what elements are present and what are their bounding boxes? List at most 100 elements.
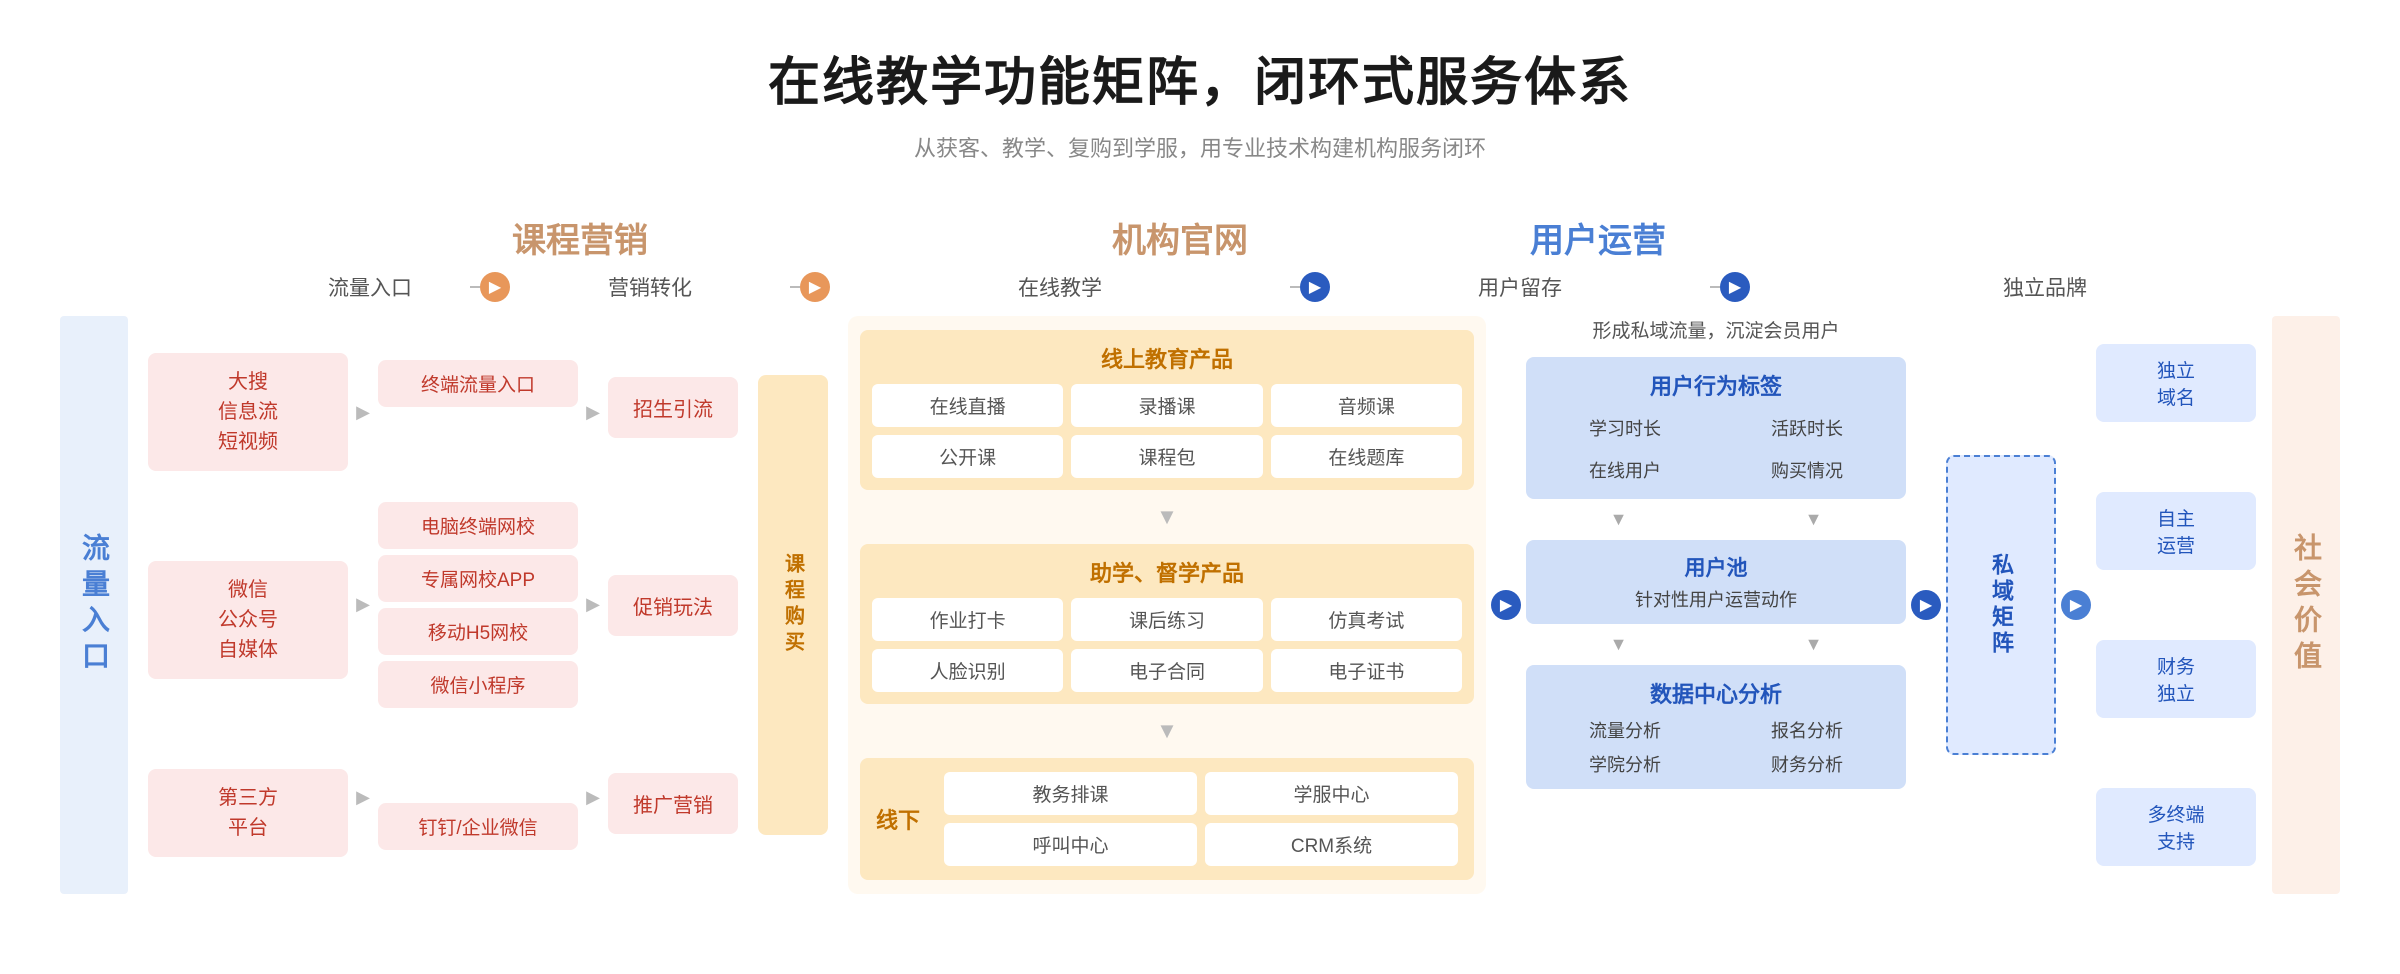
main-content: 流量入口 大搜 信息流 短视频 微信 公众号 自媒体 第三方 平台 ▶ ▶ ▶ … (60, 316, 2340, 894)
behavior-item-1: 学习时长 (1538, 411, 1712, 445)
online-grid-2: 作业打卡 课后练习 仿真考试 人脸识别 电子合同 电子证书 (872, 598, 1462, 692)
down-arrow-1: ▼ (860, 500, 1474, 534)
arrow-to-retention: ▶ (1486, 316, 1526, 894)
stage-brand: 独立品牌 (1750, 272, 2340, 302)
traffic-source-2: 微信 公众号 自媒体 (148, 561, 348, 679)
col-online-teaching: 线上教育产品 在线直播 录播课 音频课 公开课 课程包 在线题库 ▼ 助学、督学… (848, 316, 1486, 894)
user-pool-box: 用户池 针对性用户运营动作 (1526, 540, 1906, 624)
arrow-blue-5: ▶ (2061, 590, 2091, 620)
arrow-blue-2: ▶ (1720, 272, 1750, 302)
data-analysis-grid: 流量分析 报名分析 学院分析 财务分析 (1538, 717, 1894, 777)
online-item-9: 仿真考试 (1271, 598, 1462, 641)
brand-item-2: 自主 运营 (2096, 492, 2256, 570)
arrow-orange-1: ▶ (480, 272, 510, 302)
user-pool-title: 用户池 (1538, 552, 1894, 582)
col-conversion: 招生引流 促销玩法 推广营销 (608, 316, 738, 894)
user-behavior-box: 用户行为标签 学习时长 活跃时长 在线用户 购买情况 (1526, 357, 1906, 499)
traffic-source-3: 第三方 平台 (148, 769, 348, 857)
cat-header-user-ops: 用户运营 (1470, 213, 2340, 262)
arrow-to-private: ▶ (1906, 316, 1946, 894)
offline-label: 线下 (876, 803, 936, 835)
arrows-col-1: ▶ ▶ ▶ (348, 316, 378, 894)
private-domain-box: 私域矩阵 (1946, 455, 2056, 755)
col-private-domain: 私域矩阵 (1946, 316, 2056, 894)
terminal-item-3: 专属网校APP (378, 555, 578, 602)
connector4: ▶ (1710, 272, 1750, 302)
behavior-grid: 学习时长 活跃时长 在线用户 购买情况 (1538, 411, 1894, 487)
connector3: ▶ (1290, 272, 1330, 302)
stage-marketing: 营销转化 (510, 272, 790, 302)
online-item-6: 在线题库 (1271, 435, 1462, 478)
online-item-2: 录播课 (1071, 384, 1262, 427)
online-item-3: 音频课 (1271, 384, 1462, 427)
conversion-item-1: 招生引流 (608, 377, 738, 438)
offline-item-4: CRM系统 (1205, 823, 1458, 866)
col-user-retention: 形成私域流量，沉淀会员用户 用户行为标签 学习时长 活跃时长 在线用户 购买情况… (1526, 316, 1906, 894)
online-item-7: 作业打卡 (872, 598, 1063, 641)
arrows-col-2: ▶ ▶ ▶ (578, 316, 608, 894)
offline-item-2: 学服中心 (1205, 772, 1458, 815)
page-title: 在线教学功能矩阵，闭环式服务体系 (60, 40, 2340, 115)
brand-item-3: 财务 独立 (2096, 640, 2256, 718)
terminal-item-2: 电脑终端网校 (378, 502, 578, 549)
terminal-group-1: 终端流量入口 (378, 360, 578, 407)
arrow-orange-2: ▶ (800, 272, 830, 302)
terminal-item-1: 终端流量入口 (378, 360, 578, 407)
course-buy-box: 课程购买 (758, 375, 828, 835)
down-arrows-retention-2: ▼ ▼ (1526, 634, 1906, 655)
stage-online: 在线教学 (830, 272, 1290, 302)
col-brand: 独立 域名 自主 运营 财务 独立 多终端 支持 (2096, 316, 2256, 894)
online-section-2: 助学、督学产品 作业打卡 课后练习 仿真考试 人脸识别 电子合同 电子证书 (860, 544, 1474, 704)
arrow-blue-4: ▶ (1911, 590, 1941, 620)
left-label: 流量入口 (60, 316, 128, 894)
online-section-1: 线上教育产品 在线直播 录播课 音频课 公开课 课程包 在线题库 (860, 330, 1474, 490)
data-center-title: 数据中心分析 (1538, 677, 1894, 709)
user-behavior-title: 用户行为标签 (1538, 369, 1894, 401)
cat-header-official: 机构官网 (890, 213, 1470, 262)
down-arrow-2: ▼ (860, 714, 1474, 748)
data-center-box: 数据中心分析 流量分析 报名分析 学院分析 财务分析 (1526, 665, 1906, 789)
data-item-2: 报名分析 (1720, 717, 1894, 743)
behavior-item-2: 活跃时长 (1720, 411, 1894, 445)
offline-section: 线下 教务排课 学服中心 呼叫中心 CRM系统 (860, 758, 1474, 880)
offline-items: 教务排课 学服中心 呼叫中心 CRM系统 (944, 772, 1458, 866)
behavior-item-3: 在线用户 (1538, 453, 1712, 487)
connector1: ▶ (470, 272, 510, 302)
offline-item-1: 教务排课 (944, 772, 1197, 815)
online-section-2-title: 助学、督学产品 (872, 556, 1462, 588)
connector2: ▶ (790, 272, 830, 302)
online-item-5: 课程包 (1071, 435, 1262, 478)
brand-item-1: 独立 域名 (2096, 344, 2256, 422)
online-item-4: 公开课 (872, 435, 1063, 478)
col-traffic-sources: 大搜 信息流 短视频 微信 公众号 自媒体 第三方 平台 (148, 316, 348, 894)
online-grid-1: 在线直播 录播课 音频课 公开课 课程包 在线题库 (872, 384, 1462, 478)
offline-item-3: 呼叫中心 (944, 823, 1197, 866)
conversion-item-2: 促销玩法 (608, 575, 738, 636)
col-terminals: 终端流量入口 电脑终端网校 专属网校APP 移动H5网校 微信小程序 钉钉/企业… (378, 316, 578, 894)
page-wrapper: 在线教学功能矩阵，闭环式服务体系 从获客、教学、复购到学服，用专业技术构建机构服… (0, 0, 2400, 934)
arrow-blue-3: ▶ (1491, 590, 1521, 620)
category-headers: 课程营销 机构官网 用户运营 (60, 213, 2340, 262)
behavior-item-4: 购买情况 (1720, 453, 1894, 487)
cat-header-marketing: 课程营销 (270, 213, 890, 262)
online-item-11: 电子合同 (1071, 649, 1262, 692)
terminal-group-2: 电脑终端网校 专属网校APP 移动H5网校 微信小程序 (378, 502, 578, 708)
data-item-4: 财务分析 (1720, 751, 1894, 777)
stage-retention: 用户留存 (1330, 272, 1710, 302)
online-item-10: 人脸识别 (872, 649, 1063, 692)
data-item-1: 流量分析 (1538, 717, 1712, 743)
traffic-source-1: 大搜 信息流 短视频 (148, 353, 348, 471)
arrow-blue-1: ▶ (1300, 272, 1330, 302)
conversion-item-3: 推广营销 (608, 773, 738, 834)
online-item-12: 电子证书 (1271, 649, 1462, 692)
data-item-3: 学院分析 (1538, 751, 1712, 777)
stage-traffic: 流量入口 (270, 272, 470, 302)
flow-stages-row: 流量入口 ▶ 营销转化 ▶ 在线教学 ▶ 用户留存 ▶ (60, 272, 2340, 302)
online-item-8: 课后练习 (1071, 598, 1262, 641)
user-pool-sub: 针对性用户运营动作 (1538, 586, 1894, 612)
terminal-item-6: 钉钉/企业微信 (378, 803, 578, 850)
retention-top-text: 形成私域流量，沉淀会员用户 (1526, 316, 1906, 343)
terminal-item-4: 移动H5网校 (378, 608, 578, 655)
brand-item-4: 多终端 支持 (2096, 788, 2256, 866)
terminal-item-5: 微信小程序 (378, 661, 578, 708)
